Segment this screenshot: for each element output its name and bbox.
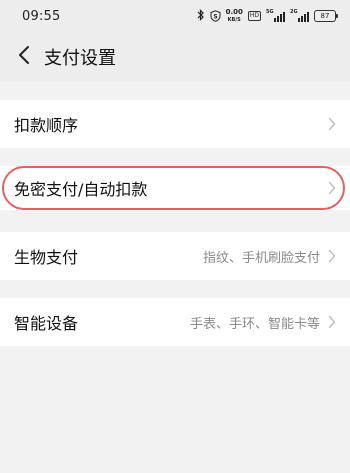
network-speed-value: 0.00 <box>225 8 243 16</box>
battery-icon: 87 <box>314 10 338 22</box>
settings-item-deduction-order[interactable]: 扣款顺序 <box>0 100 350 148</box>
shield-icon: S <box>210 7 221 26</box>
signal-2g-label: 2G <box>290 8 298 15</box>
settings-item-label: 扣款顺序 <box>14 116 79 135</box>
signal-5g-icon: 5G <box>266 8 285 22</box>
settings-item-label: 智能设备 <box>14 314 79 333</box>
status-bar: 09:55 S 0.00 KB/S HD 5G 2G 87 <box>0 0 350 32</box>
settings-item-label: 免密支付/自动扣款 <box>14 180 148 199</box>
bluetooth-icon <box>197 9 205 23</box>
header: 支付设置 <box>0 32 350 82</box>
chevron-right-icon <box>328 181 336 195</box>
hd-icon: HD <box>247 11 261 21</box>
svg-text:S: S <box>213 13 217 20</box>
status-time: 09:55 <box>22 8 61 24</box>
back-button[interactable] <box>2 32 46 82</box>
network-speed-icon: 0.00 KB/S <box>226 8 243 24</box>
network-speed-unit: KB/S <box>227 17 241 23</box>
signal-5g-label: 5G <box>266 8 274 15</box>
chevron-right-icon <box>328 315 336 329</box>
page-title: 支付设置 <box>44 48 116 69</box>
settings-item-smart-devices[interactable]: 智能设备 手表、手环、智能卡等 <box>0 298 350 346</box>
settings-item-label: 生物支付 <box>14 248 79 267</box>
settings-item-value: 手表、手环、智能卡等 <box>189 316 320 332</box>
settings-item-password-free-payment[interactable]: 免密支付/自动扣款 <box>0 166 350 210</box>
settings-item-biometric-payment[interactable]: 生物支付 指纹、手机刷脸支付 <box>0 232 350 280</box>
settings-item-value: 指纹、手机刷脸支付 <box>202 250 320 266</box>
status-icons: S 0.00 KB/S HD 5G 2G 87 <box>197 7 338 26</box>
signal-2g-icon: 2G <box>290 8 309 22</box>
chevron-right-icon <box>328 117 336 131</box>
chevron-left-icon <box>18 45 30 69</box>
chevron-right-icon <box>328 249 336 263</box>
